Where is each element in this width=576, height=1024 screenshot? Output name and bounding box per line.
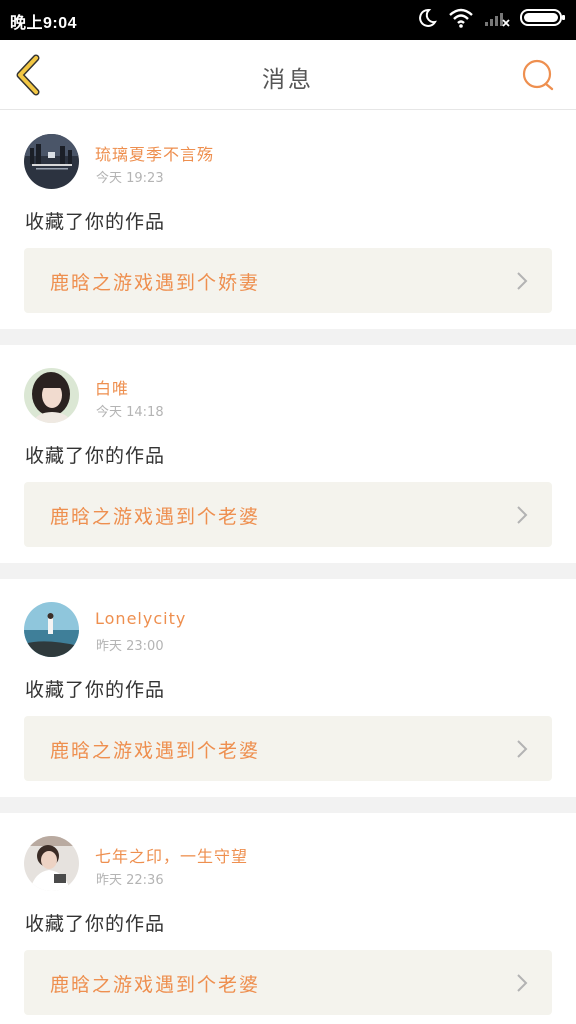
page-title: 消息	[262, 67, 314, 93]
signal-icon	[484, 7, 510, 33]
work-title: 鹿晗之游戏遇到个老婆	[50, 506, 261, 528]
battery-icon	[520, 7, 566, 33]
work-title: 鹿晗之游戏遇到个老婆	[50, 740, 261, 762]
divider	[0, 797, 576, 813]
message-card: 白唯 今天 14:18 收藏了你的作品 鹿晗之游戏遇到个老婆	[0, 345, 576, 563]
work-link[interactable]: 鹿晗之游戏遇到个老婆	[24, 716, 552, 781]
message-card: 琉璃夏季不言殇 今天 19:23 收藏了你的作品 鹿晗之游戏遇到个娇妻	[0, 111, 576, 329]
status-bar: 晚上9:04	[0, 0, 576, 40]
status-icons	[416, 0, 566, 40]
timestamp: 今天 14:18	[96, 405, 164, 420]
search-button[interactable]	[518, 56, 558, 96]
nav-bar: 消息	[0, 40, 576, 110]
work-title: 鹿晗之游戏遇到个娇妻	[50, 272, 261, 294]
chevron-right-icon	[516, 973, 528, 997]
wifi-icon	[448, 7, 474, 33]
divider	[0, 563, 576, 579]
message-card: 七年之印，一生守望 昨天 22:36 收藏了你的作品 鹿晗之游戏遇到个老婆	[0, 813, 576, 1024]
chevron-right-icon	[516, 739, 528, 763]
search-icon	[518, 59, 558, 100]
work-link[interactable]: 鹿晗之游戏遇到个老婆	[24, 950, 552, 1015]
divider	[0, 329, 576, 345]
avatar[interactable]	[24, 836, 79, 891]
username[interactable]: 白唯	[95, 375, 129, 399]
chevron-right-icon	[516, 505, 528, 529]
moon-icon	[416, 7, 438, 33]
work-link[interactable]: 鹿晗之游戏遇到个老婆	[24, 482, 552, 547]
username[interactable]: 琉璃夏季不言殇	[95, 141, 214, 165]
work-title: 鹿晗之游戏遇到个老婆	[50, 974, 261, 996]
message-list: 琉璃夏季不言殇 今天 19:23 收藏了你的作品 鹿晗之游戏遇到个娇妻 白唯 今…	[0, 111, 576, 1024]
username[interactable]: Lonelycity	[95, 609, 186, 628]
message-card: Lonelycity 昨天 23:00 收藏了你的作品 鹿晗之游戏遇到个老婆	[0, 579, 576, 797]
status-time: 晚上9:04	[10, 15, 78, 32]
action-text: 收藏了你的作品	[25, 211, 166, 233]
timestamp: 昨天 22:36	[96, 873, 164, 888]
action-text: 收藏了你的作品	[25, 679, 166, 701]
username[interactable]: 七年之印，一生守望	[95, 843, 248, 867]
action-text: 收藏了你的作品	[25, 913, 166, 935]
avatar[interactable]	[24, 134, 79, 189]
timestamp: 昨天 23:00	[96, 639, 164, 654]
timestamp: 今天 19:23	[96, 171, 164, 186]
action-text: 收藏了你的作品	[25, 445, 166, 467]
chevron-right-icon	[516, 271, 528, 295]
avatar[interactable]	[24, 368, 79, 423]
work-link[interactable]: 鹿晗之游戏遇到个娇妻	[24, 248, 552, 313]
avatar[interactable]	[24, 602, 79, 657]
